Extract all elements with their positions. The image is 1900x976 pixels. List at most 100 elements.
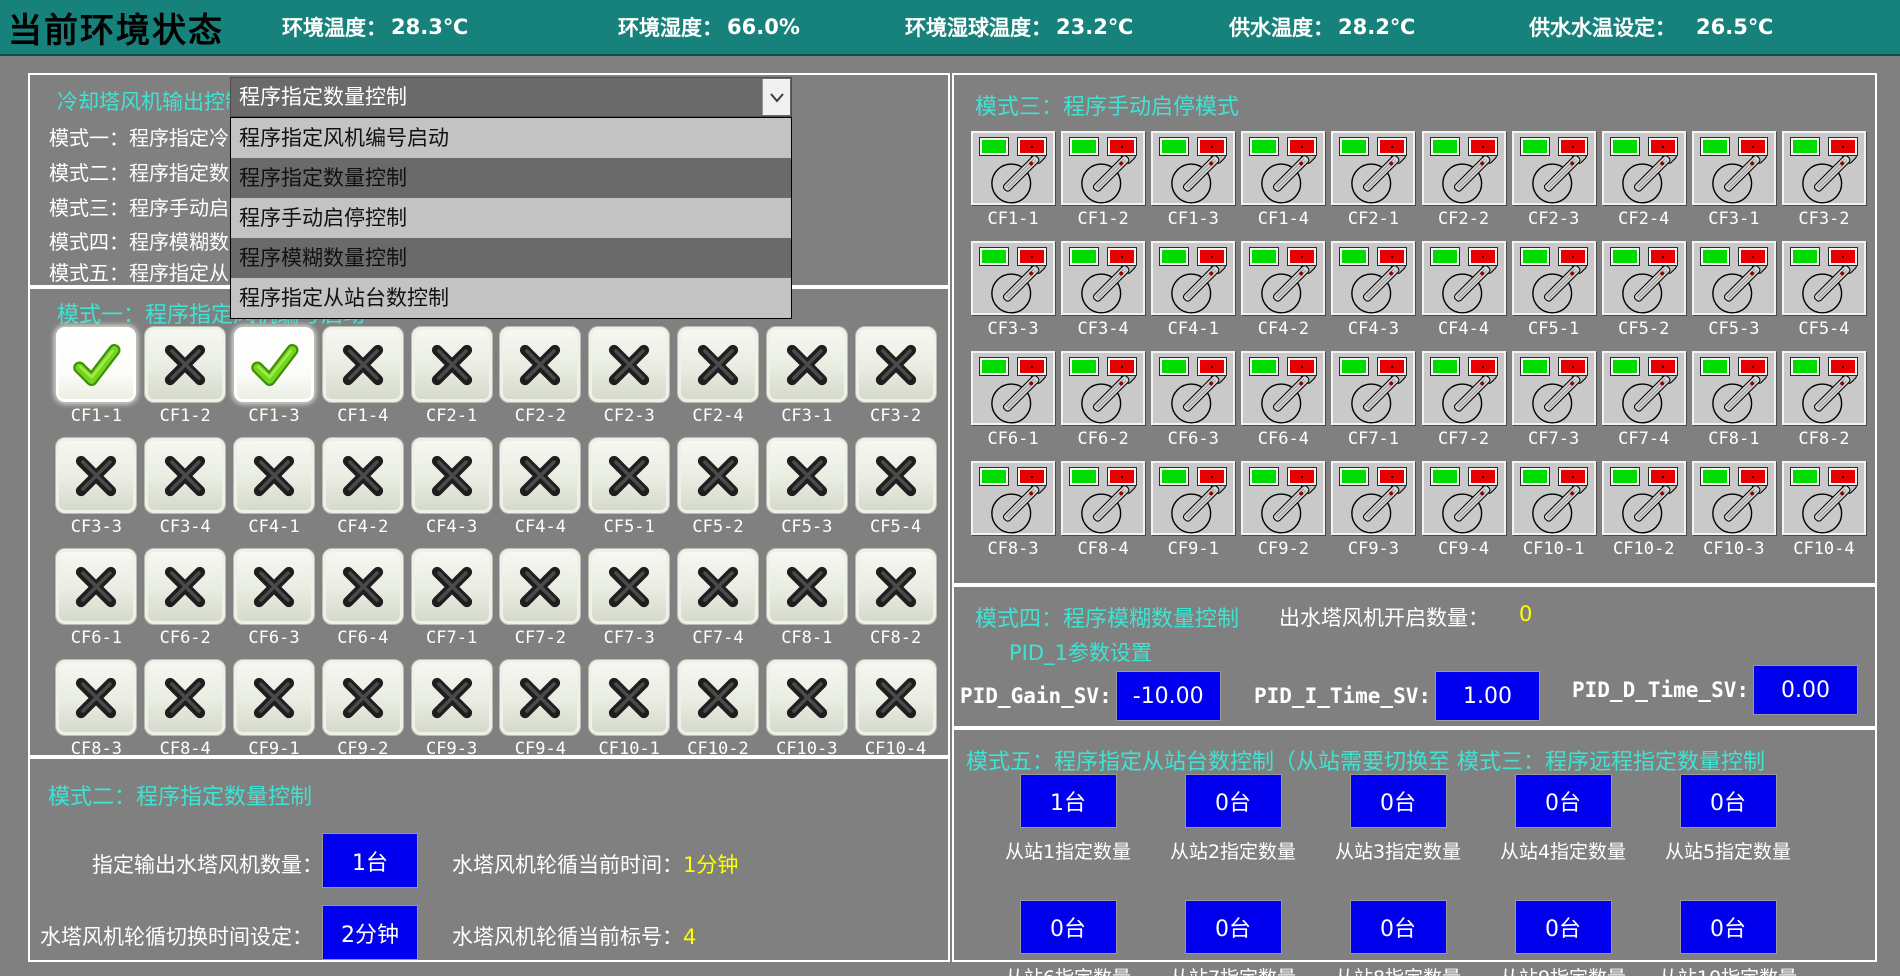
fan-enable-button[interactable] bbox=[766, 326, 848, 403]
manual-switch-card[interactable] bbox=[1602, 241, 1686, 315]
fan-enable-button[interactable] bbox=[55, 548, 137, 625]
manual-switch-card[interactable] bbox=[1782, 131, 1866, 205]
slave-count-value-box[interactable]: 0台 bbox=[1680, 774, 1777, 828]
rotary-switch-icon[interactable] bbox=[1787, 373, 1861, 425]
fan-enable-button[interactable] bbox=[588, 437, 670, 514]
manual-switch-card[interactable] bbox=[1331, 351, 1415, 425]
rotary-switch-icon[interactable] bbox=[1427, 263, 1501, 315]
manual-switch-card[interactable] bbox=[1241, 351, 1325, 425]
control-mode-combobox[interactable]: 程序指定数量控制 bbox=[230, 77, 792, 117]
manual-switch-card[interactable] bbox=[1151, 241, 1235, 315]
slave-count-value-box[interactable]: 0台 bbox=[1350, 900, 1447, 954]
fan-enable-button[interactable] bbox=[588, 659, 670, 736]
rotary-switch-icon[interactable] bbox=[1066, 263, 1140, 315]
manual-switch-card[interactable] bbox=[1692, 131, 1776, 205]
rotary-switch-icon[interactable] bbox=[1336, 263, 1410, 315]
pid-parameter-value-box[interactable]: 0.00 bbox=[1753, 665, 1858, 715]
manual-switch-card[interactable] bbox=[1422, 131, 1506, 205]
rotary-switch-icon[interactable] bbox=[976, 263, 1050, 315]
rotary-switch-icon[interactable] bbox=[1607, 373, 1681, 425]
fan-enable-button[interactable] bbox=[677, 326, 759, 403]
manual-switch-card[interactable] bbox=[1692, 241, 1776, 315]
fan-enable-button[interactable] bbox=[677, 659, 759, 736]
rotary-switch-icon[interactable] bbox=[1066, 483, 1140, 535]
slave-count-value-box[interactable]: 0台 bbox=[1185, 774, 1282, 828]
fan-enable-button[interactable] bbox=[499, 437, 581, 514]
fan-enable-button[interactable] bbox=[322, 659, 404, 736]
fan-enable-button[interactable] bbox=[499, 548, 581, 625]
slave-count-value-box[interactable]: 0台 bbox=[1515, 774, 1612, 828]
fan-enable-button[interactable] bbox=[855, 659, 937, 736]
rotary-switch-icon[interactable] bbox=[1697, 483, 1771, 535]
dropdown-option[interactable]: 程序指定风机编号启动 bbox=[231, 118, 791, 158]
manual-switch-card[interactable] bbox=[1151, 131, 1235, 205]
manual-switch-card[interactable] bbox=[1512, 131, 1596, 205]
rotary-switch-icon[interactable] bbox=[1607, 153, 1681, 205]
manual-switch-card[interactable] bbox=[971, 461, 1055, 535]
manual-switch-card[interactable] bbox=[1512, 461, 1596, 535]
slave-count-value-box[interactable]: 0台 bbox=[1185, 900, 1282, 954]
manual-switch-card[interactable] bbox=[971, 351, 1055, 425]
manual-switch-card[interactable] bbox=[1782, 351, 1866, 425]
manual-switch-card[interactable] bbox=[1061, 461, 1145, 535]
fan-enable-button[interactable] bbox=[499, 326, 581, 403]
slave-count-value-box[interactable]: 0台 bbox=[1515, 900, 1612, 954]
rotary-switch-icon[interactable] bbox=[1156, 153, 1230, 205]
pid-parameter-value-box[interactable]: 1.00 bbox=[1435, 671, 1540, 721]
rotary-switch-icon[interactable] bbox=[1156, 483, 1230, 535]
fan-enable-button[interactable] bbox=[233, 548, 315, 625]
manual-switch-card[interactable] bbox=[1151, 461, 1235, 535]
manual-switch-card[interactable] bbox=[1061, 351, 1145, 425]
rotary-switch-icon[interactable] bbox=[1697, 373, 1771, 425]
manual-switch-card[interactable] bbox=[1782, 461, 1866, 535]
rotary-switch-icon[interactable] bbox=[1246, 483, 1320, 535]
manual-switch-card[interactable] bbox=[1331, 131, 1415, 205]
rotary-switch-icon[interactable] bbox=[1427, 373, 1501, 425]
fan-enable-button[interactable] bbox=[322, 437, 404, 514]
manual-switch-card[interactable] bbox=[1602, 131, 1686, 205]
rotary-switch-icon[interactable] bbox=[1066, 373, 1140, 425]
fan-enable-button[interactable] bbox=[411, 326, 493, 403]
manual-switch-card[interactable] bbox=[1422, 241, 1506, 315]
manual-switch-card[interactable] bbox=[1061, 131, 1145, 205]
rotary-switch-icon[interactable] bbox=[1336, 373, 1410, 425]
manual-switch-card[interactable] bbox=[1241, 461, 1325, 535]
slave-count-value-box[interactable]: 1台 bbox=[1020, 774, 1117, 828]
manual-switch-card[interactable] bbox=[1061, 241, 1145, 315]
rotary-switch-icon[interactable] bbox=[1697, 263, 1771, 315]
fan-enable-button[interactable] bbox=[55, 659, 137, 736]
rotary-switch-icon[interactable] bbox=[1246, 153, 1320, 205]
rotary-switch-icon[interactable] bbox=[1336, 153, 1410, 205]
switch-time-value-box[interactable]: 2分钟 bbox=[322, 905, 418, 960]
dropdown-option[interactable]: 程序模糊数量控制 bbox=[231, 238, 791, 278]
manual-switch-card[interactable] bbox=[1692, 351, 1776, 425]
rotary-switch-icon[interactable] bbox=[1607, 483, 1681, 535]
rotary-switch-icon[interactable] bbox=[1787, 483, 1861, 535]
set-count-value-box[interactable]: 1台 bbox=[322, 833, 418, 888]
manual-switch-card[interactable] bbox=[1241, 241, 1325, 315]
rotary-switch-icon[interactable] bbox=[1517, 263, 1591, 315]
manual-switch-card[interactable] bbox=[1331, 241, 1415, 315]
fan-enable-button[interactable] bbox=[411, 548, 493, 625]
fan-enable-button[interactable] bbox=[499, 659, 581, 736]
fan-enable-button[interactable] bbox=[766, 659, 848, 736]
dropdown-option[interactable]: 程序指定从站台数控制 bbox=[231, 278, 791, 318]
rotary-switch-icon[interactable] bbox=[1156, 263, 1230, 315]
fan-enable-button[interactable] bbox=[233, 659, 315, 736]
fan-enable-button[interactable] bbox=[588, 326, 670, 403]
manual-switch-card[interactable] bbox=[1422, 461, 1506, 535]
rotary-switch-icon[interactable] bbox=[976, 483, 1050, 535]
fan-enable-button[interactable] bbox=[322, 548, 404, 625]
manual-switch-card[interactable] bbox=[1512, 351, 1596, 425]
fan-enable-button[interactable] bbox=[144, 326, 226, 403]
manual-switch-card[interactable] bbox=[971, 241, 1055, 315]
fan-enable-button[interactable] bbox=[144, 548, 226, 625]
rotary-switch-icon[interactable] bbox=[1427, 153, 1501, 205]
fan-enable-button[interactable] bbox=[144, 659, 226, 736]
manual-switch-card[interactable] bbox=[1782, 241, 1866, 315]
rotary-switch-icon[interactable] bbox=[1517, 373, 1591, 425]
rotary-switch-icon[interactable] bbox=[1787, 153, 1861, 205]
slave-count-value-box[interactable]: 0台 bbox=[1020, 900, 1117, 954]
rotary-switch-icon[interactable] bbox=[1787, 263, 1861, 315]
fan-enable-button[interactable] bbox=[677, 548, 759, 625]
